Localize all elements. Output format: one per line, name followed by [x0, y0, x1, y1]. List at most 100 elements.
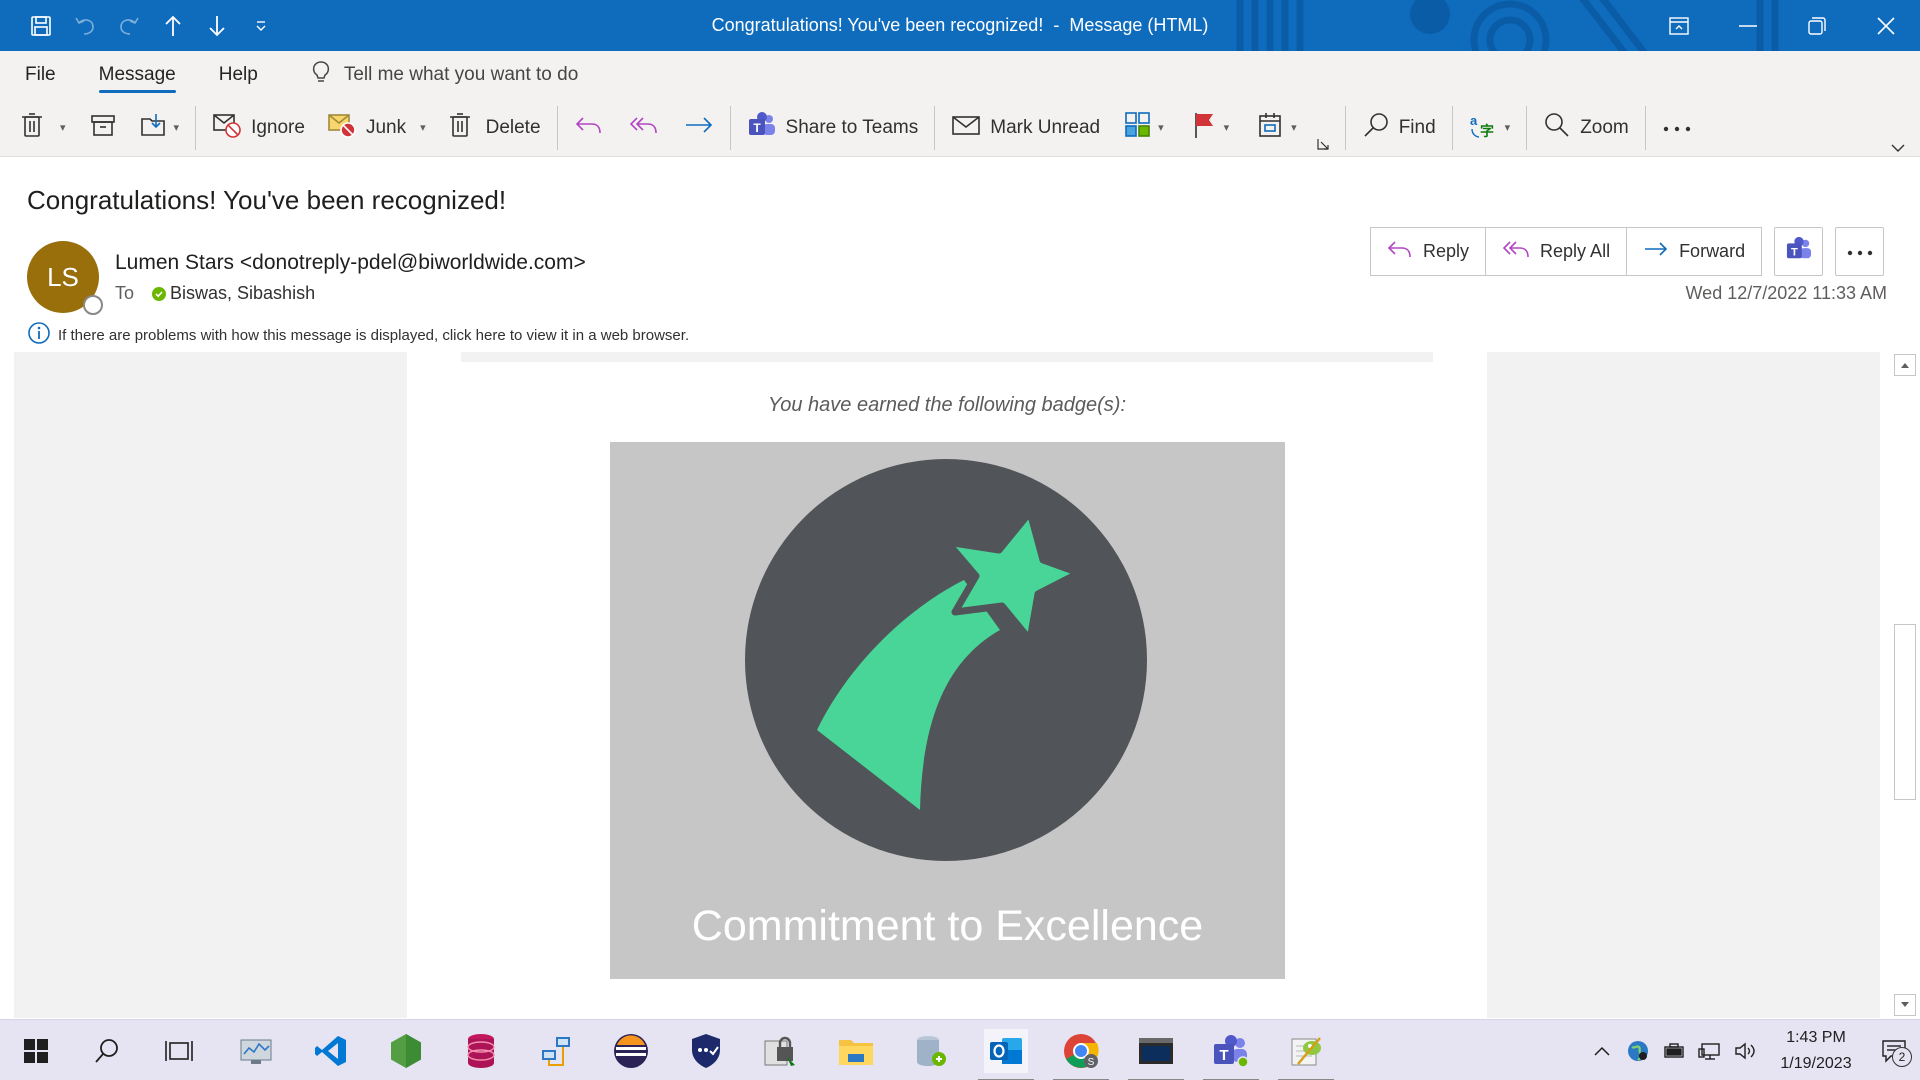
zoom-icon — [1543, 111, 1571, 145]
battery-icon[interactable] — [1656, 1031, 1692, 1071]
body-left-margin — [14, 352, 407, 1018]
network-monitor-icon[interactable] — [234, 1029, 278, 1073]
ribbon-separator — [934, 105, 936, 150]
trash-icon — [448, 112, 472, 144]
teams-button[interactable]: T — [1774, 227, 1824, 276]
node-js-icon[interactable] — [384, 1029, 428, 1073]
share-to-teams-button[interactable]: T Share to Teams — [741, 106, 925, 150]
sender[interactable]: Lumen Stars <donotreply-pdel@biworldwide… — [115, 251, 586, 275]
window-title: Congratulations! You've been recognized!… — [711, 15, 1209, 35]
message-subject: Congratulations! You've been recognized! — [27, 185, 507, 215]
mark-unread-button[interactable]: Mark Unread — [945, 106, 1106, 150]
teams-icon[interactable]: T — [1203, 1029, 1259, 1080]
ignore-button[interactable]: Ignore — [206, 106, 311, 150]
reply-all-icon — [628, 113, 660, 143]
terminal-icon[interactable] — [1128, 1029, 1184, 1080]
customize-toolbar-icon[interactable] — [242, 7, 280, 45]
network-config-icon[interactable] — [534, 1029, 578, 1073]
minimize-icon[interactable] — [1713, 0, 1782, 51]
mark-unread-label: Mark Unread — [990, 116, 1101, 138]
recipient-name[interactable]: Biswas, Sibashish — [170, 283, 315, 304]
notification-center-icon[interactable]: 2 — [1868, 1031, 1920, 1071]
find-button[interactable]: Find — [1356, 106, 1442, 150]
taskbar: S T 1:43 PM 1/19/2023 2 — [0, 1019, 1920, 1080]
translate-button[interactable]: a字 ▾ — [1463, 106, 1517, 150]
vertical-scrollbar[interactable] — [1893, 352, 1917, 1018]
vpn-globe-icon[interactable] — [1620, 1031, 1656, 1071]
task-view-icon[interactable] — [157, 1029, 201, 1073]
categorize-button[interactable]: ▾ — [1118, 106, 1170, 150]
chevron-down-icon: ▾ — [1291, 122, 1297, 134]
next-item-icon[interactable] — [198, 7, 236, 45]
shooting-star-badge-icon — [745, 459, 1147, 861]
reply-button[interactable]: Reply — [1370, 227, 1487, 276]
network-icon[interactable] — [1692, 1031, 1728, 1071]
tab-file[interactable]: File — [25, 51, 56, 99]
quick-steps-button[interactable]: ▾ — [1251, 106, 1303, 150]
database-tool-icon[interactable] — [459, 1029, 503, 1073]
more-commands-button[interactable] — [1656, 106, 1698, 150]
undo-icon[interactable] — [66, 7, 104, 45]
delete-dropdown-button[interactable]: ▾ — [14, 106, 72, 150]
ribbon-separator — [1344, 105, 1346, 150]
secure-file-tool-icon[interactable] — [759, 1029, 803, 1073]
reply-ribbon-button[interactable] — [568, 106, 610, 150]
avatar[interactable]: LS — [27, 241, 103, 315]
scroll-thumb[interactable] — [1894, 624, 1916, 800]
clock[interactable]: 1:43 PM 1/19/2023 — [1764, 1025, 1868, 1077]
archive-button[interactable] — [84, 106, 122, 150]
tab-message[interactable]: Message — [98, 51, 176, 99]
notepad-plus-plus-icon[interactable] — [1278, 1029, 1334, 1080]
archive-icon — [90, 113, 116, 143]
database-storage-icon[interactable] — [909, 1029, 953, 1073]
ribbon-display-options-icon[interactable] — [1644, 0, 1713, 51]
close-icon[interactable] — [1851, 0, 1920, 51]
outlook-icon[interactable] — [978, 1029, 1034, 1080]
scroll-up-arrow-icon[interactable] — [1894, 354, 1916, 376]
eclipse-icon[interactable] — [609, 1029, 653, 1073]
clock-date: 1/19/2023 — [1780, 1054, 1852, 1072]
restore-icon[interactable] — [1782, 0, 1851, 51]
forward-ribbon-button[interactable] — [678, 106, 720, 150]
presence-status-icon — [83, 295, 103, 315]
info-bar-text: If there are problems with how this mess… — [58, 326, 690, 344]
collapse-ribbon-icon[interactable] — [1890, 140, 1906, 158]
search-icon[interactable] — [85, 1029, 129, 1073]
zoom-button[interactable]: Zoom — [1537, 106, 1635, 150]
more-actions-button[interactable] — [1835, 227, 1885, 276]
show-hidden-icons-chevron-up-icon[interactable] — [1584, 1031, 1620, 1071]
reply-all-button[interactable]: Reply All — [1485, 227, 1628, 276]
move-button[interactable]: ▾ — [134, 106, 186, 150]
forward-button[interactable]: Forward — [1626, 227, 1763, 276]
security-shield-icon[interactable] — [684, 1029, 728, 1073]
dialog-launcher[interactable] — [1311, 134, 1335, 156]
badge-image[interactable]: Commitment to Excellence — [610, 442, 1285, 979]
system-tray: 1:43 PM 1/19/2023 2 — [1584, 1020, 1920, 1080]
volume-icon[interactable] — [1728, 1031, 1764, 1071]
body-top-divider — [461, 352, 1433, 362]
save-icon[interactable] — [22, 7, 60, 45]
redo-icon[interactable] — [110, 7, 148, 45]
file-explorer-icon[interactable] — [834, 1029, 878, 1073]
junk-button[interactable]: Junk ▾ — [321, 106, 432, 150]
find-label: Find — [1398, 116, 1436, 138]
ignore-label: Ignore — [251, 116, 305, 138]
tell-me-search[interactable]: Tell me what you want to do — [312, 60, 578, 90]
scroll-down-arrow-icon[interactable] — [1894, 994, 1916, 1016]
info-bar[interactable]: If there are problems with how this mess… — [27, 321, 689, 349]
ribbon-separator — [556, 105, 558, 150]
chevron-down-icon: ▾ — [420, 122, 426, 134]
svg-text:a: a — [1470, 113, 1478, 128]
windows-start-icon[interactable] — [14, 1029, 58, 1073]
delete-button[interactable]: Delete — [442, 106, 547, 150]
to-label: To — [115, 283, 135, 303]
tab-help[interactable]: Help — [219, 51, 258, 99]
visual-studio-code-icon[interactable] — [309, 1029, 353, 1073]
previous-item-icon[interactable] — [154, 7, 192, 45]
junk-label: Junk — [365, 116, 407, 138]
chrome-icon[interactable]: S — [1053, 1029, 1109, 1080]
dialog-launcher-icon — [1317, 134, 1329, 156]
message-actions: Reply Reply All Forward T — [1370, 227, 1885, 276]
reply-all-ribbon-button[interactable] — [622, 106, 666, 150]
follow-up-button[interactable]: ▾ — [1186, 106, 1236, 150]
